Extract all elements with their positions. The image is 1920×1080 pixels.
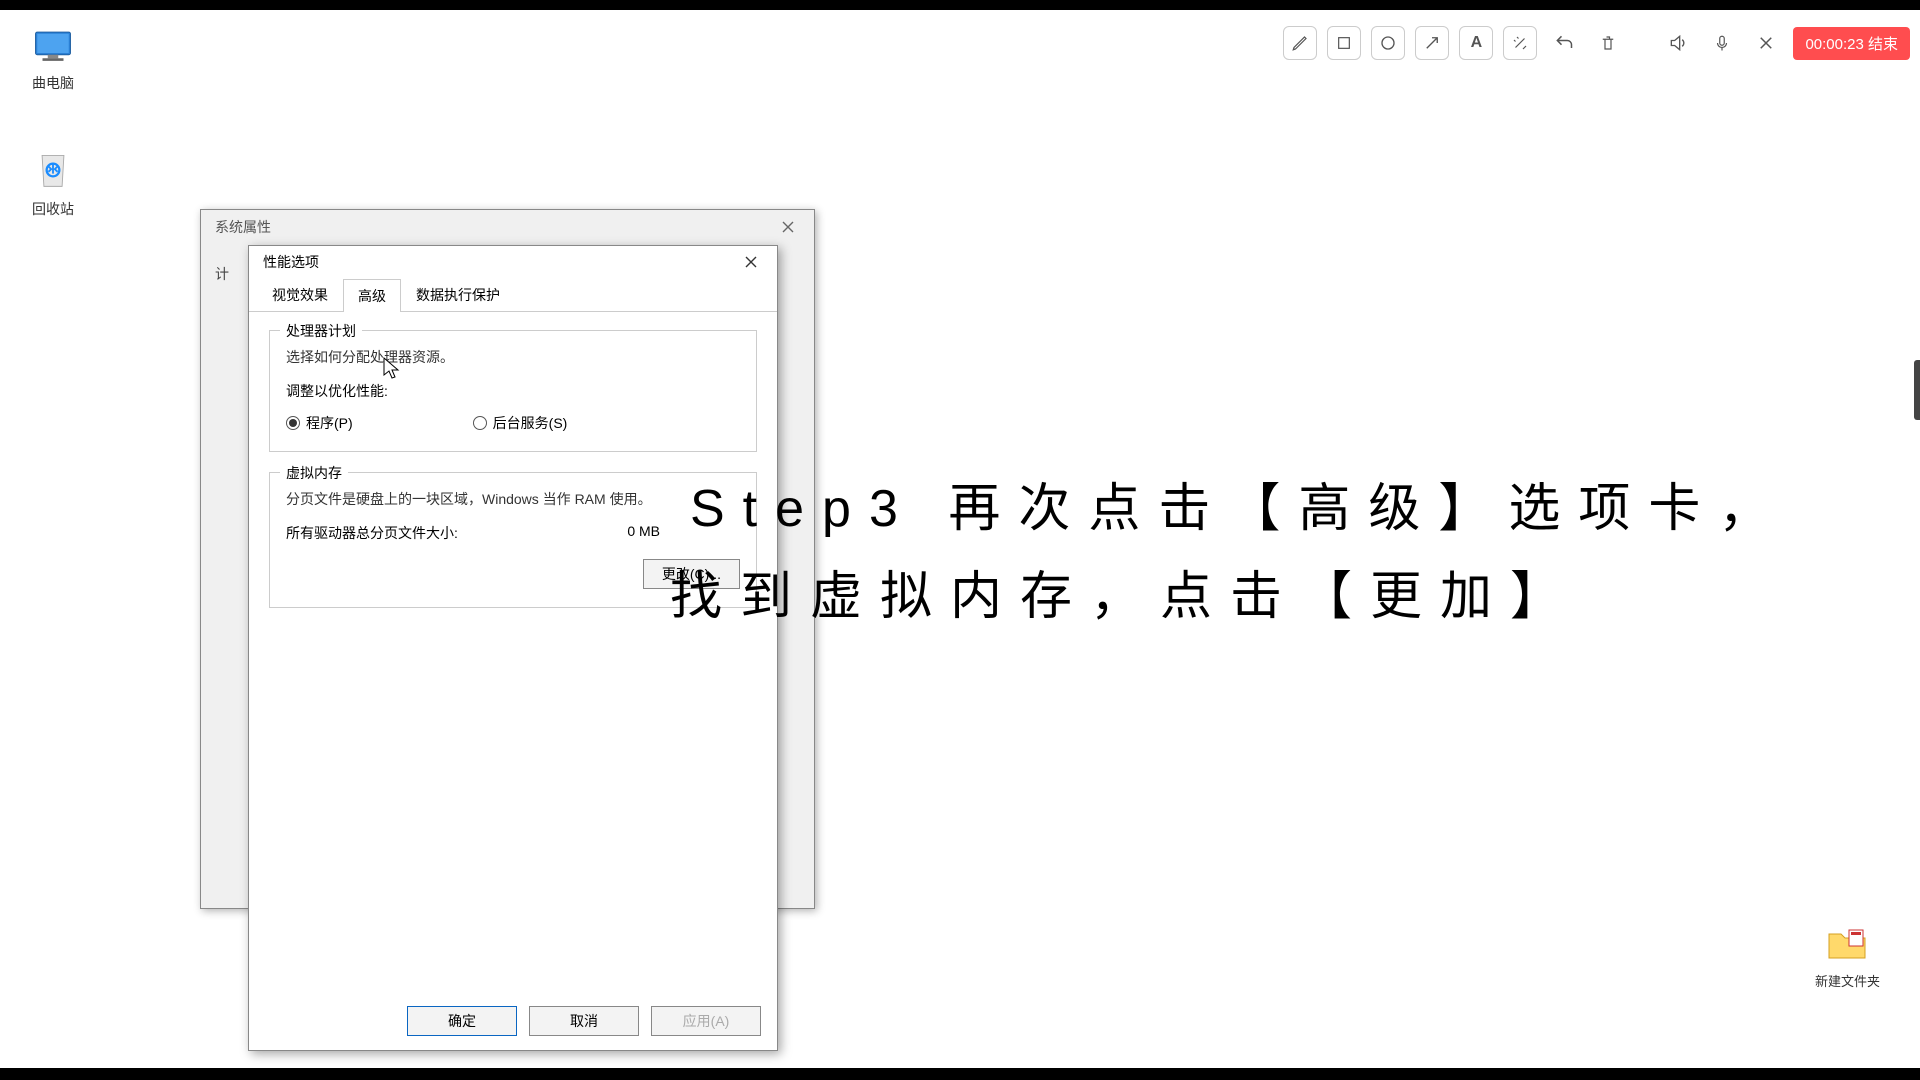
tabs: 视觉效果 高级 数据执行保护 <box>249 278 777 312</box>
radio-dot-icon <box>473 416 487 430</box>
magic-tool-button[interactable] <box>1503 26 1537 60</box>
volume-button[interactable] <box>1661 26 1695 60</box>
trash-icon <box>1599 33 1617 53</box>
close-toolbar-button[interactable] <box>1749 26 1783 60</box>
wand-icon <box>1511 34 1529 52</box>
close-dialog1-button[interactable] <box>768 213 808 241</box>
close-dialog2-button[interactable] <box>731 248 771 276</box>
arrow-icon <box>1423 34 1441 52</box>
close-icon <box>745 256 757 268</box>
desktop-icon-label: 新建文件夹 <box>1815 971 1880 990</box>
recycle-bin-icon <box>34 150 72 190</box>
annotation-line-1: Step3 再次点击【高级】选项卡， <box>690 465 1788 553</box>
group-legend: 虚拟内存 <box>280 463 348 483</box>
cancel-button[interactable]: 取消 <box>529 1006 639 1036</box>
rect-tool-button[interactable] <box>1327 26 1361 60</box>
desktop-icon-newfolder[interactable]: 新建文件夹 <box>1815 926 1880 990</box>
desktop-icon-label: 回收站 <box>18 199 88 219</box>
total-paging-value: 0 MB <box>627 523 660 543</box>
tab-advanced[interactable]: 高级 <box>343 279 401 312</box>
delete-button[interactable] <box>1591 26 1625 60</box>
recorder-toolbar: A 00:00:23 结束 <box>1283 26 1910 60</box>
text-a-icon: A <box>1471 34 1483 52</box>
processor-scheduling-group: 处理器计划 选择如何分配处理器资源。 调整以优化性能: 程序(P) 后台服务(S… <box>269 330 757 452</box>
dialog-title: 系统属性 <box>215 217 271 237</box>
pen-icon <box>1291 34 1309 52</box>
tab-dep[interactable]: 数据执行保护 <box>401 278 515 311</box>
square-icon <box>1336 35 1352 51</box>
desktop-icon-label: 曲电脑 <box>18 73 88 93</box>
group-legend: 处理器计划 <box>280 321 362 341</box>
desktop-icon-computer[interactable]: 曲电脑 <box>18 28 88 93</box>
close-icon <box>1757 34 1775 52</box>
dialog-title: 性能选项 <box>263 252 319 272</box>
speaker-icon <box>1668 33 1688 53</box>
radio-label: 程序(P) <box>306 413 353 433</box>
radio-dot-icon <box>286 416 300 430</box>
ok-button[interactable]: 确定 <box>407 1006 517 1036</box>
computer-icon <box>32 28 74 64</box>
close-icon <box>782 221 794 233</box>
radio-programs[interactable]: 程序(P) <box>286 413 353 433</box>
arrow-tool-button[interactable] <box>1415 26 1449 60</box>
performance-options-dialog: 性能选项 视觉效果 高级 数据执行保护 处理器计划 选择如何分配处理器资源。 调… <box>248 245 778 1051</box>
desktop-icon-recycle[interactable]: 回收站 <box>18 150 88 219</box>
mic-icon <box>1713 33 1731 53</box>
total-paging-label: 所有驱动器总分页文件大小: <box>286 523 458 543</box>
adjust-label: 调整以优化性能: <box>286 381 740 401</box>
text-tool-button[interactable]: A <box>1459 26 1493 60</box>
apply-button[interactable]: 应用(A) <box>651 1006 761 1036</box>
radio-background-services[interactable]: 后台服务(S) <box>473 413 568 433</box>
annotation-line-2: 找到虚拟内存，点击【更加】 <box>670 553 1788 641</box>
pen-tool-button[interactable] <box>1283 26 1317 60</box>
tab-visual-effects[interactable]: 视觉效果 <box>257 278 343 311</box>
mic-button[interactable] <box>1705 26 1739 60</box>
right-edge-handle[interactable] <box>1914 360 1920 420</box>
handwritten-annotation: Step3 再次点击【高级】选项卡， 找到虚拟内存，点击【更加】 <box>690 465 1788 642</box>
circle-tool-button[interactable] <box>1371 26 1405 60</box>
group-description: 选择如何分配处理器资源。 <box>286 347 740 367</box>
group-description: 分页文件是硬盘上的一块区域，Windows 当作 RAM 使用。 <box>286 489 740 509</box>
circle-icon <box>1379 34 1397 52</box>
record-stop-button[interactable]: 00:00:23 结束 <box>1793 27 1910 60</box>
undo-icon <box>1554 33 1574 53</box>
undo-button[interactable] <box>1547 26 1581 60</box>
folder-icon <box>1827 926 1867 962</box>
mouse-cursor-icon <box>383 357 401 381</box>
radio-label: 后台服务(S) <box>493 413 568 433</box>
